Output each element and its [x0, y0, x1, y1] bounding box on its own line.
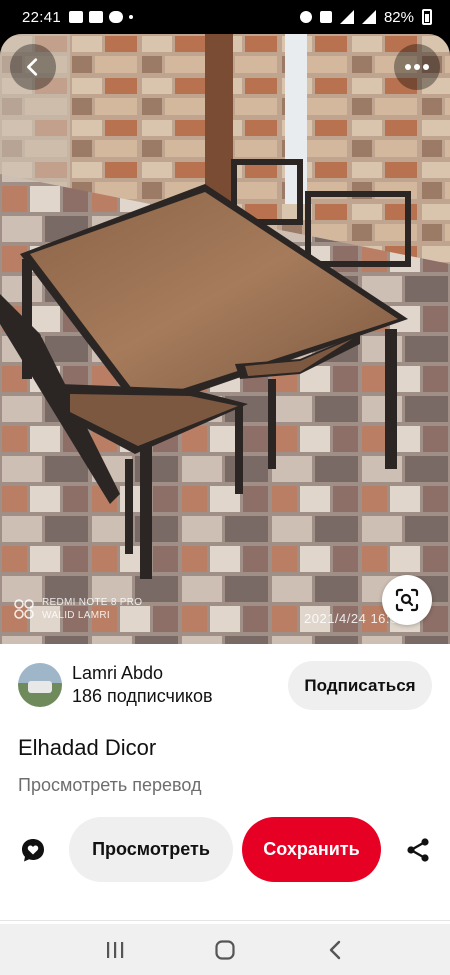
status-time: 22:41	[22, 8, 62, 26]
pin-photo	[0, 34, 450, 644]
visual-search-icon	[395, 588, 419, 612]
more-notifications-icon	[129, 15, 134, 19]
author-info: Lamri Abdo 186 подписчиков	[72, 662, 213, 708]
more-horizontal-icon	[405, 64, 429, 70]
follow-button[interactable]: Подписаться	[288, 661, 432, 710]
author-name[interactable]: Lamri Abdo	[72, 662, 213, 684]
status-bar: 22:41 82%	[0, 0, 450, 34]
avatar[interactable]	[18, 663, 62, 707]
pin-details: Lamri Abdo 186 подписчиков Подписаться E…	[0, 644, 450, 924]
view-button[interactable]: Просмотреть	[69, 817, 233, 882]
wifi-icon	[339, 10, 354, 24]
notification-icons	[69, 11, 134, 23]
watermark-device: REDMI NOTE 8 PRO	[42, 597, 143, 608]
gallery-notification-icon	[69, 11, 84, 23]
chevron-left-icon	[27, 58, 38, 76]
back-icon	[329, 940, 341, 959]
recents-icon	[107, 941, 124, 958]
alarm-icon	[299, 11, 312, 23]
screen: 22:41 82% REDMI NOTE 8 PRO WALID LAMRI 2…	[0, 0, 450, 975]
nav-back-button[interactable]	[315, 930, 355, 970]
watermark-author: WALID LAMRI	[42, 610, 110, 621]
photo-watermark: REDMI NOTE 8 PRO WALID LAMRI	[12, 596, 142, 622]
recents-button[interactable]	[95, 930, 135, 970]
view-translation-link[interactable]: Просмотреть перевод	[18, 775, 202, 796]
divider	[0, 920, 450, 921]
system-nav-bar	[0, 924, 450, 975]
youtube-notification-icon	[89, 11, 104, 23]
battery-percent: 82%	[383, 8, 414, 26]
home-button[interactable]	[205, 930, 245, 970]
battery-icon	[422, 9, 432, 25]
pin-title: Elhadad Dicor	[18, 735, 157, 760]
save-button[interactable]: Сохранить	[242, 817, 381, 882]
system-icons: 82%	[299, 8, 432, 26]
cell-signal-icon	[361, 10, 376, 24]
camera-lens-icon	[14, 599, 34, 619]
silent-icon	[319, 11, 332, 23]
more-options-button[interactable]	[394, 44, 440, 90]
author-profile[interactable]: Lamri Abdo 186 подписчиков	[18, 662, 213, 708]
subscriber-count: 186 подписчиков	[72, 686, 213, 706]
visual-search-button[interactable]	[382, 575, 432, 625]
home-icon	[215, 939, 235, 960]
comment-heart-icon[interactable]	[20, 837, 46, 863]
cloud-notification-icon	[109, 11, 124, 23]
action-bar: Просмотреть Сохранить	[0, 817, 450, 883]
pin-image[interactable]	[0, 34, 450, 644]
back-button[interactable]	[10, 44, 56, 90]
share-icon[interactable]	[405, 837, 431, 863]
